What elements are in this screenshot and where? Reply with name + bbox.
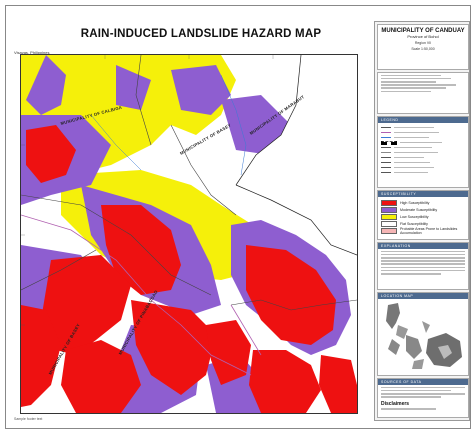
legend-panel: MUNICIPALITY OF CANDUAY Province of Boho… <box>374 21 470 421</box>
location-map-svg <box>386 303 462 369</box>
municipality-title-box: MUNICIPALITY OF CANDUAY Province of Boho… <box>377 24 469 70</box>
sources-box: SOURCES OF DATA Disclaimers <box>377 378 469 418</box>
high-swatch <box>381 199 397 206</box>
flat-swatch <box>381 220 397 227</box>
low-swatch <box>381 213 397 220</box>
moderate-swatch <box>381 206 397 213</box>
footer-note: Sample footer text <box>14 417 43 421</box>
high-label: High Susceptibility <box>400 200 430 205</box>
scale-label: Scale 1:50,000 <box>411 47 435 51</box>
map-info-box <box>377 72 469 114</box>
low-label: Low Susceptibility <box>400 214 429 219</box>
susceptibility-box: SUSCEPTIBILITY High Susceptibility Moder… <box>377 190 469 240</box>
accumulation-swatch <box>381 227 397 234</box>
sources-header: SOURCES OF DATA <box>378 379 468 385</box>
legend-box: LEGEND <box>377 116 469 188</box>
province-name: Province of Bohol <box>407 34 439 39</box>
moderate-label: Moderate Susceptibility <box>400 207 438 212</box>
disclaimer-header: Disclaimers <box>381 400 410 407</box>
hazard-map-svg: MUNICIPALITY OF CALBIGA MUNICIPALITY OF … <box>21 55 357 413</box>
explanation-header: EXPLANATION <box>378 243 468 249</box>
map-title: RAIN-INDUCED LANDSLIDE HAZARD MAP <box>80 28 322 40</box>
region-name: Region VII <box>414 41 432 45</box>
location-map-box: LOCATION MAP <box>377 292 469 376</box>
map-sheet: RAIN-INDUCED LANDSLIDE HAZARD MAP Visaya… <box>5 5 471 429</box>
flat-label: Flat Susceptibility <box>400 221 428 226</box>
hazard-map[interactable]: MUNICIPALITY OF CALBIGA MUNICIPALITY OF … <box>20 54 358 414</box>
explanation-box: EXPLANATION <box>377 242 469 290</box>
accumulation-label: Probable Areas Prone to Landslides Accum… <box>400 226 458 235</box>
